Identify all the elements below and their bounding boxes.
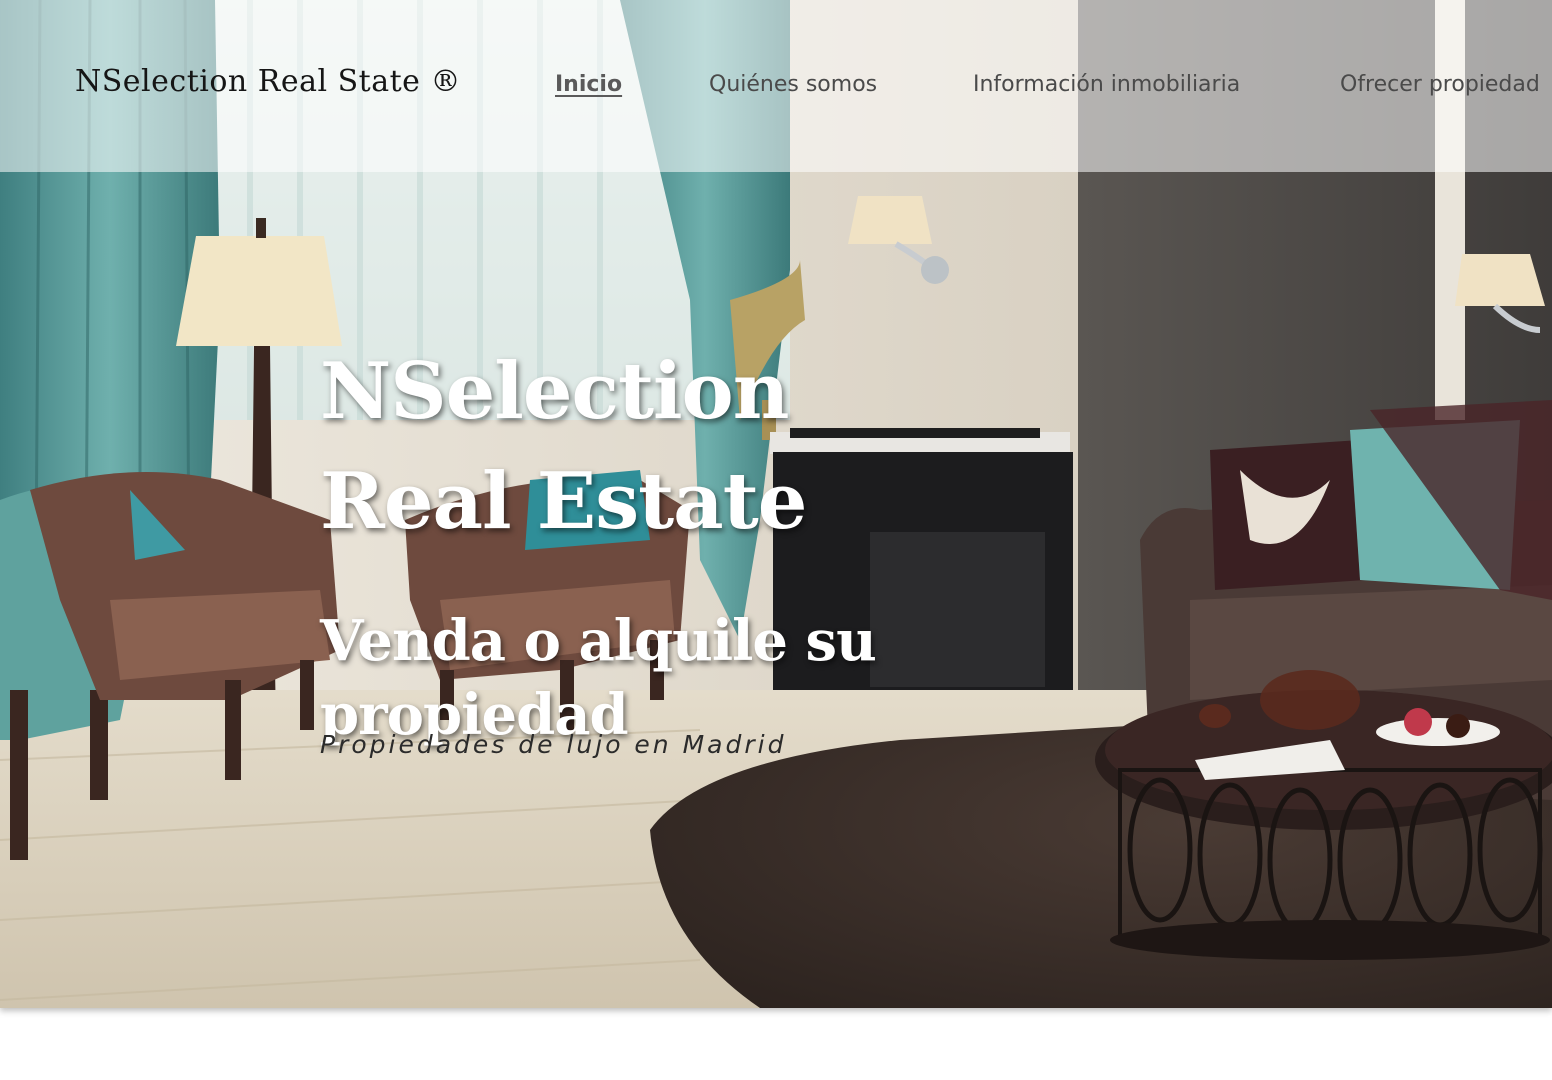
site-logo[interactable]: NSelection Real State ® xyxy=(75,64,461,99)
nav-item-quienes-somos[interactable]: Quiénes somos xyxy=(709,72,877,97)
nav-item-informacion-inmobiliaria[interactable]: Información inmobiliaria xyxy=(973,72,1240,97)
hero-title: NSelection Real Estate xyxy=(320,346,807,548)
site-header: NSelection Real State ® Inicio Quiénes s… xyxy=(0,0,1552,172)
nav-item-inicio[interactable]: Inicio xyxy=(555,72,622,97)
hero-tagline: Propiedades de lujo en Madrid xyxy=(320,730,787,759)
nav-item-ofrecer-propiedad[interactable]: Ofrecer propiedad xyxy=(1340,72,1540,97)
